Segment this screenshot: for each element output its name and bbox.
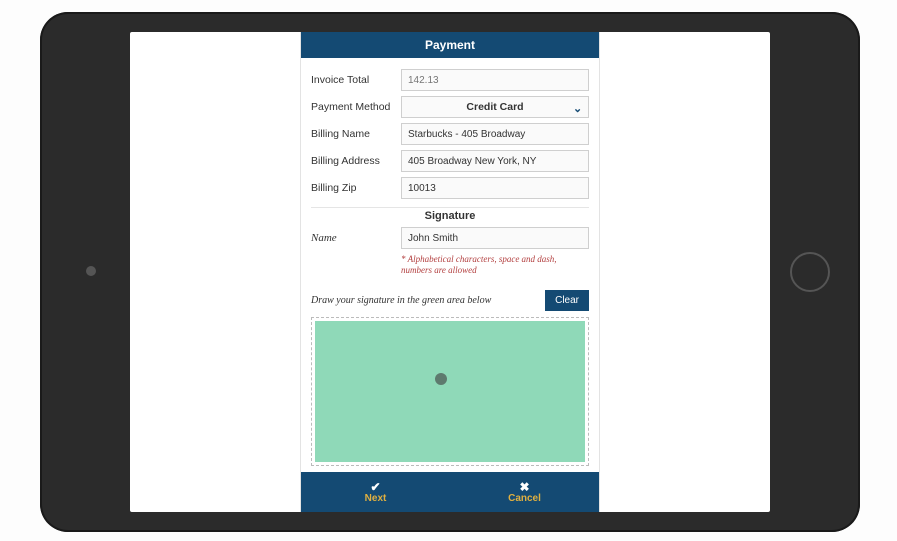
label-billing-name: Billing Name	[311, 128, 401, 140]
cancel-button-label: Cancel	[508, 493, 541, 504]
input-billing-name[interactable]	[401, 123, 589, 145]
input-billing-address[interactable]	[401, 150, 589, 172]
close-icon: ✖	[519, 481, 529, 493]
signature-pad[interactable]	[315, 321, 585, 462]
stage: Payment Invoice Total Payment Method Cre…	[0, 0, 897, 541]
tablet-camera	[86, 266, 96, 276]
row-billing-address: Billing Address	[311, 150, 589, 172]
form-area: Invoice Total Payment Method Credit Card…	[301, 58, 599, 311]
label-invoice-total: Invoice Total	[311, 74, 401, 86]
signature-cursor-dot	[435, 373, 447, 385]
next-button[interactable]: ✔ Next	[301, 472, 450, 512]
row-billing-zip: Billing Zip	[311, 177, 589, 199]
signature-area-wrap	[311, 317, 589, 466]
signature-instruction: Draw your signature in the green area be…	[311, 295, 491, 306]
row-invoice-total: Invoice Total	[311, 69, 589, 91]
check-icon: ✔	[370, 481, 380, 493]
row-payment-method: Payment Method Credit Card ⌄	[311, 96, 589, 118]
footer-bar: ✔ Next ✖ Cancel	[301, 472, 599, 512]
tablet-screen: Payment Invoice Total Payment Method Cre…	[130, 32, 770, 512]
payment-panel: Payment Invoice Total Payment Method Cre…	[300, 32, 600, 512]
clear-button[interactable]: Clear	[545, 290, 589, 311]
label-signature-name: Name	[311, 232, 401, 244]
input-signature-name[interactable]	[401, 227, 589, 249]
signature-hint: * Alphabetical characters, space and das…	[401, 254, 589, 276]
panel-title: Payment	[301, 32, 599, 58]
row-signature-name: Name	[311, 227, 589, 249]
tablet-home-button[interactable]	[790, 252, 830, 292]
next-button-label: Next	[365, 493, 387, 504]
cancel-button[interactable]: ✖ Cancel	[450, 472, 599, 512]
divider	[311, 207, 589, 208]
signature-title: Signature	[311, 210, 589, 222]
label-payment-method: Payment Method	[311, 101, 401, 113]
label-billing-address: Billing Address	[311, 155, 401, 167]
signature-instruction-row: Draw your signature in the green area be…	[311, 290, 589, 311]
input-invoice-total[interactable]	[401, 69, 589, 91]
select-payment-method[interactable]: Credit Card	[401, 96, 589, 118]
label-billing-zip: Billing Zip	[311, 182, 401, 194]
input-billing-zip[interactable]	[401, 177, 589, 199]
tablet-frame: Payment Invoice Total Payment Method Cre…	[40, 12, 860, 532]
row-billing-name: Billing Name	[311, 123, 589, 145]
select-payment-method-wrap: Credit Card ⌄	[401, 96, 589, 118]
